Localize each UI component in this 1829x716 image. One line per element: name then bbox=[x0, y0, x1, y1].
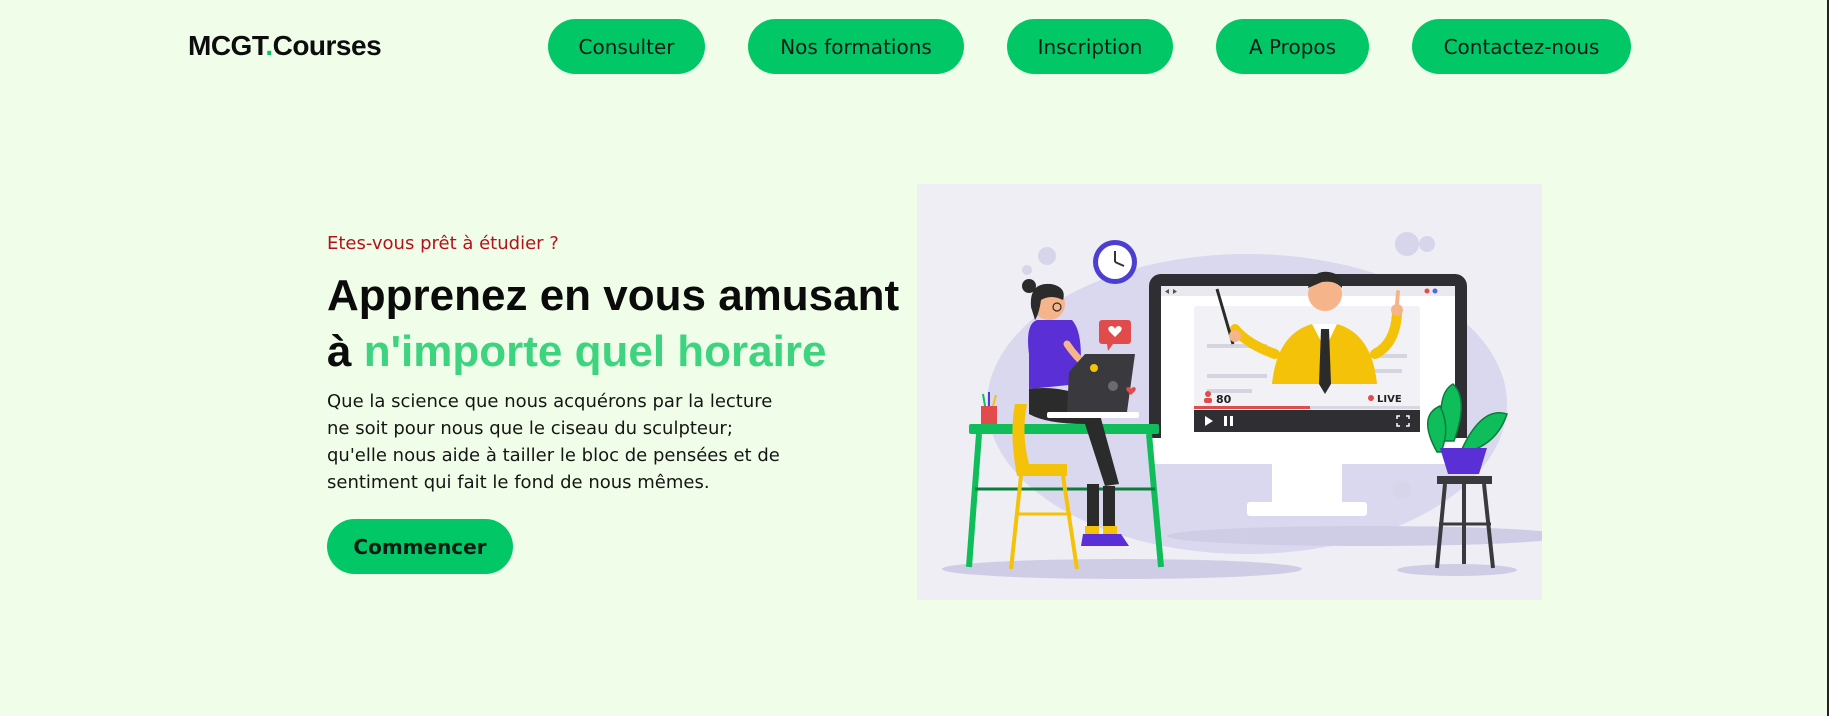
hero-description: Que la science que nous acquérons par la… bbox=[327, 388, 787, 496]
nav-inscription-button[interactable]: Inscription bbox=[1007, 19, 1173, 74]
headline-line-2-accent: n'importe quel horaire bbox=[363, 327, 827, 376]
logo-suffix: Courses bbox=[272, 30, 382, 61]
hero-headline: Apprenez en vous amusant à n'importe que… bbox=[327, 268, 899, 380]
nav-formations-button[interactable]: Nos formations bbox=[748, 19, 964, 74]
live-label: LIVE bbox=[1377, 394, 1402, 405]
start-button[interactable]: Commencer bbox=[327, 519, 513, 574]
viewer-count: 80 bbox=[1216, 393, 1232, 406]
nav-contact-button[interactable]: Contactez-nous bbox=[1412, 19, 1631, 74]
logo[interactable]: MCGT.Courses bbox=[188, 30, 382, 62]
headline-line-2-prefix: à bbox=[327, 327, 364, 376]
description-line: ne soit pour nous que le ciseau du sculp… bbox=[327, 418, 733, 439]
description-line: Que la science que nous acquérons par la… bbox=[327, 391, 773, 412]
video-progress-fill bbox=[1194, 406, 1310, 409]
nav-apropos-button[interactable]: A Propos bbox=[1216, 19, 1369, 74]
hero-eyebrow: Etes-vous prêt à étudier ? bbox=[327, 233, 559, 254]
nav-consulter-button[interactable]: Consulter bbox=[548, 19, 705, 74]
headline-line-1: Apprenez en vous amusant bbox=[327, 271, 900, 320]
description-line: qu'elle nous aide à tailler le bloc de p… bbox=[327, 445, 780, 466]
clock-icon bbox=[1093, 240, 1137, 284]
hero-illustration: 80 LIVE bbox=[917, 184, 1542, 600]
logo-main: MCGT bbox=[188, 30, 266, 61]
logo-dot: . bbox=[265, 30, 273, 61]
description-line: sentiment qui fait le fond de nous mêmes… bbox=[327, 472, 710, 493]
